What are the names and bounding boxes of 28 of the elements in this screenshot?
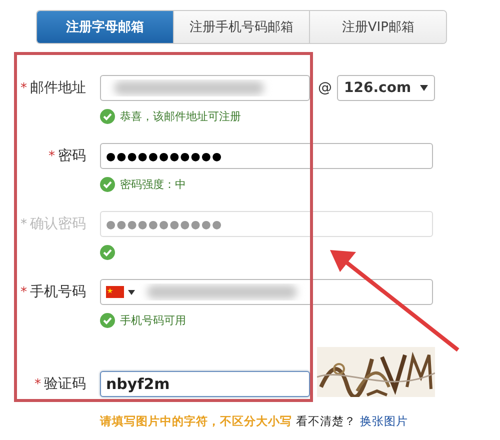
captcha-field[interactable]: nbyf2m: [100, 371, 310, 397]
field-label: 验证码: [44, 375, 86, 393]
input-field[interactable]: [100, 75, 310, 101]
tab[interactable]: 注册VIP邮箱: [309, 11, 446, 43]
at-sign: @: [318, 80, 332, 96]
domain-select[interactable]: 126.com: [337, 75, 435, 101]
caret-icon: [128, 290, 135, 294]
required-mark: *: [20, 284, 27, 300]
flag-icon: [106, 286, 124, 298]
field-label: 邮件地址: [30, 79, 86, 97]
tab[interactable]: 注册手机号码邮箱: [172, 11, 310, 43]
validation-message: 手机号码可用: [120, 312, 186, 328]
validation-message: 恭喜，该邮件地址可注册: [120, 108, 241, 124]
input-field[interactable]: [100, 279, 433, 305]
validation-message: 密码强度：中: [120, 176, 186, 192]
tab[interactable]: 注册字母邮箱: [37, 11, 173, 43]
required-mark: *: [20, 216, 27, 232]
unclear-text: 看不清楚？: [296, 414, 356, 429]
caret-icon: [420, 85, 428, 91]
field-label: 确认密码: [30, 215, 86, 233]
refresh-image-link[interactable]: 换张图片: [360, 414, 408, 429]
field-label: 密码: [58, 147, 86, 165]
captcha-hint: 请填写图片中的字符，不区分大小写: [100, 414, 292, 429]
field-label: 手机号码: [30, 283, 86, 301]
required-mark: *: [48, 148, 55, 164]
password-field[interactable]: ●●●●●●●●●●●: [100, 143, 433, 169]
required-mark: *: [34, 376, 41, 392]
required-mark: *: [20, 80, 27, 96]
